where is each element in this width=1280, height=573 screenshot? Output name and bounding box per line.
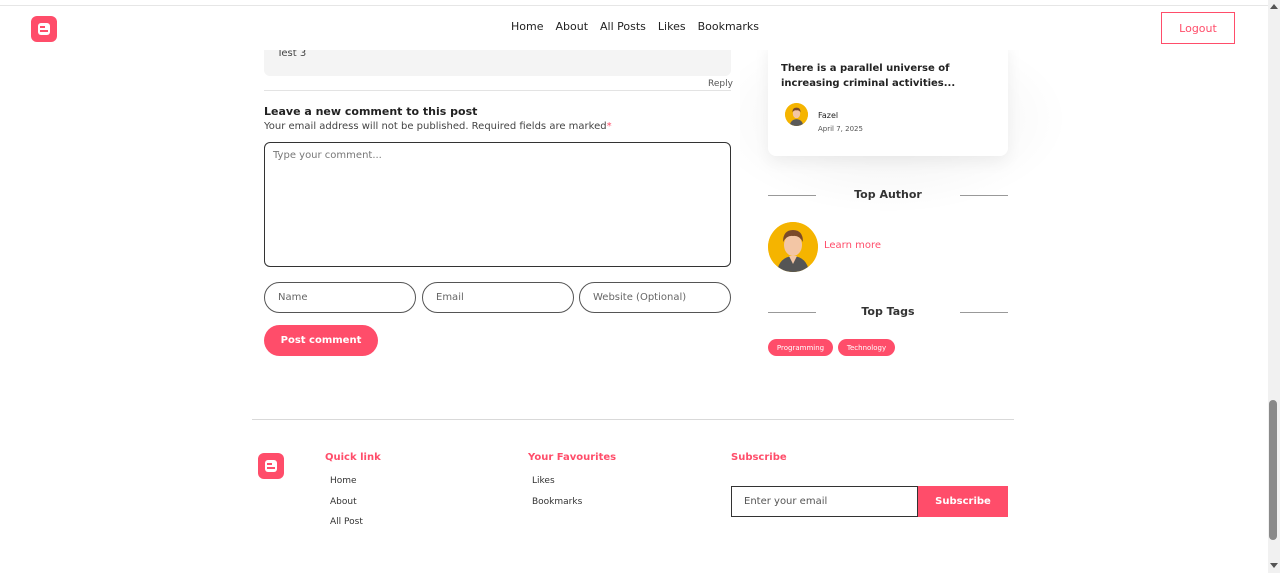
nav-bookmarks[interactable]: Bookmarks (698, 20, 759, 33)
footer-link-likes[interactable]: Likes (532, 476, 555, 486)
favourites-title: Your Favourites (528, 452, 617, 463)
subtitle-text: Your email address will not be published… (264, 121, 607, 132)
section-line (960, 312, 1008, 313)
post-comment-button[interactable]: Post comment (264, 325, 378, 356)
comment-form-title: Leave a new comment to this post (264, 105, 478, 118)
recent-post-title[interactable]: There is a parallel universe of increasi… (781, 61, 999, 91)
footer-link-about[interactable]: About (330, 497, 357, 507)
comment-form-subtitle: Your email address will not be published… (264, 121, 612, 132)
blogger-logo-icon[interactable] (258, 453, 284, 479)
subscribe-email-input[interactable] (731, 486, 918, 517)
site-header: Home About All Posts Likes Bookmarks Log… (0, 6, 1268, 50)
email-input[interactable] (422, 282, 574, 313)
subscribe-title: Subscribe (731, 452, 787, 463)
footer-link-home[interactable]: Home (330, 476, 357, 486)
scroll-down-icon[interactable] (1270, 563, 1278, 568)
tag-technology[interactable]: Technology (838, 339, 895, 356)
quick-link-title: Quick link (325, 452, 381, 463)
user-avatar-icon[interactable] (768, 222, 818, 272)
name-input[interactable] (264, 282, 416, 313)
user-avatar-icon (785, 103, 808, 126)
scroll-up-icon[interactable] (1270, 4, 1278, 9)
scrollbar-thumb[interactable] (1269, 400, 1277, 540)
section-line (960, 195, 1008, 196)
recent-post-card[interactable]: There is a parallel universe of increasi… (768, 40, 1008, 156)
footer-link-all-post[interactable]: All Post (330, 517, 363, 527)
footer-divider (252, 419, 1014, 420)
subscribe-button[interactable]: Subscribe (918, 486, 1008, 517)
divider (264, 90, 731, 91)
reply-link[interactable]: Reply (708, 79, 733, 89)
required-marker: * (606, 121, 612, 132)
tag-programming[interactable]: Programming (768, 339, 833, 356)
post-author: Fazel (818, 111, 839, 120)
nav-likes[interactable]: Likes (658, 20, 686, 33)
main-nav: Home About All Posts Likes Bookmarks (511, 20, 759, 33)
post-date: April 7, 2025 (818, 125, 863, 133)
blogger-logo-icon[interactable] (31, 16, 57, 42)
logout-button[interactable]: Logout (1161, 12, 1235, 44)
comment-textarea[interactable] (264, 142, 731, 267)
nav-all-posts[interactable]: All Posts (600, 20, 646, 33)
nav-about[interactable]: About (555, 20, 588, 33)
website-input[interactable] (579, 282, 731, 313)
footer-link-bookmarks[interactable]: Bookmarks (532, 497, 582, 507)
nav-home[interactable]: Home (511, 20, 543, 33)
learn-more-link[interactable]: Learn more (824, 240, 881, 251)
